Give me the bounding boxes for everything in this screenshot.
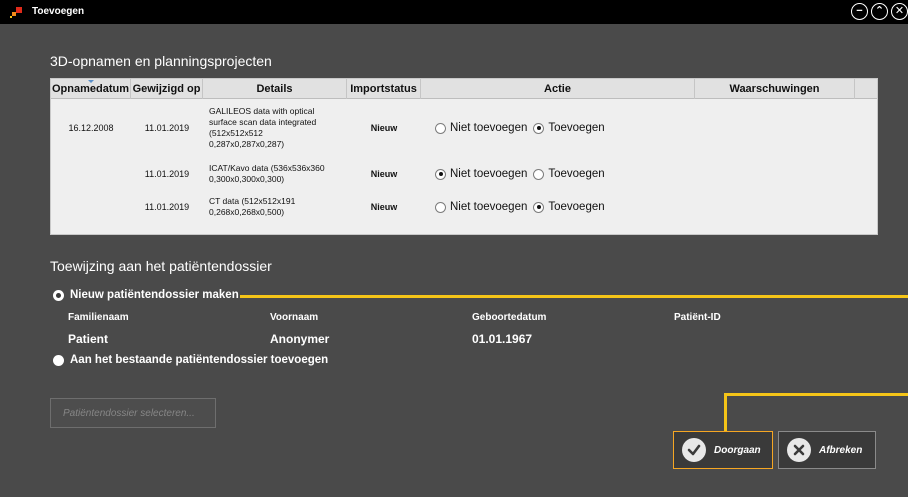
col-familienaam: Familienaam bbox=[68, 312, 129, 323]
x-icon bbox=[787, 438, 811, 462]
details-line: 0,287x0,287x0,287) bbox=[209, 139, 285, 149]
table-row[interactable]: 11.01.2019 ICAT/Kavo data (536x536x360 0… bbox=[51, 159, 695, 189]
table-header: Opnamedatum Gewijzigd op Details Imports… bbox=[51, 79, 877, 99]
col-opnamedatum[interactable]: Opnamedatum bbox=[51, 79, 131, 99]
val-familienaam: Patient bbox=[68, 332, 109, 346]
radio-label[interactable]: Niet toevoegen bbox=[450, 201, 527, 213]
radio-new-record[interactable] bbox=[53, 289, 64, 301]
radio-niet-toevoegen[interactable] bbox=[435, 201, 446, 213]
cell-opnamedatum: 16.12.2008 bbox=[68, 123, 114, 133]
details-line: 0,268x0,268x0,500) bbox=[209, 207, 285, 217]
radio-toevoegen[interactable] bbox=[533, 201, 545, 213]
radio-niet-toevoegen[interactable] bbox=[435, 122, 446, 134]
details-line: ICAT/Kavo data (536x536x360 bbox=[209, 163, 325, 173]
details-line: CT data (512x512x191 bbox=[209, 196, 296, 206]
title-bar: Toevoegen − ⌃ ✕ bbox=[0, 0, 908, 24]
guide-line bbox=[724, 393, 908, 396]
cell-status: Nieuw bbox=[370, 123, 398, 133]
restore-button[interactable]: ⌃ bbox=[871, 3, 888, 20]
radio-toevoegen[interactable] bbox=[533, 122, 545, 134]
cell-actie: Niet toevoegen Toevoegen bbox=[421, 168, 695, 180]
table-row[interactable]: 16.12.2008 11.01.2019 GALILEOS data with… bbox=[51, 101, 695, 155]
col-geboortedatum: Geboortedatum bbox=[472, 312, 547, 323]
cell-details: GALILEOS data with optical surface scan … bbox=[203, 106, 347, 150]
cell-actie: Niet toevoegen Toevoegen bbox=[421, 122, 695, 134]
continue-label: Doorgaan bbox=[714, 444, 761, 456]
radio-toevoegen[interactable] bbox=[533, 168, 545, 180]
details-line: (512x512x512 bbox=[209, 128, 263, 138]
existing-record-option[interactable]: Aan het bestaande patiëntendossier toevo… bbox=[53, 354, 328, 366]
radio-label[interactable]: Niet toevoegen bbox=[450, 168, 527, 180]
existing-record-label[interactable]: Aan het bestaande patiëntendossier toevo… bbox=[70, 354, 328, 366]
col-voornaam: Voornaam bbox=[270, 312, 319, 323]
details-line: 0,300x0,300x0,300) bbox=[209, 174, 285, 184]
cell-status: Nieuw bbox=[370, 202, 398, 212]
minimize-button[interactable]: − bbox=[851, 3, 868, 20]
scans-section-title: 3D-opnamen en planningsprojecten bbox=[50, 53, 272, 69]
radio-label[interactable]: Toevoegen bbox=[548, 201, 604, 213]
cell-gewijzigd: 11.01.2019 bbox=[144, 123, 190, 133]
continue-button[interactable]: Doorgaan bbox=[673, 431, 773, 469]
select-record-button[interactable]: Patiëntendossier selecteren... bbox=[50, 398, 216, 428]
col-filler bbox=[855, 79, 877, 99]
col-details[interactable]: Details bbox=[203, 79, 347, 99]
cell-gewijzigd: 11.01.2019 bbox=[144, 202, 190, 212]
check-icon bbox=[682, 438, 706, 462]
val-voornaam: Anonymer bbox=[270, 332, 330, 346]
col-gewijzigd[interactable]: Gewijzigd op bbox=[131, 79, 203, 99]
cell-actie: Niet toevoegen Toevoegen bbox=[421, 201, 695, 213]
guide-line bbox=[724, 393, 727, 431]
details-line: GALILEOS data with optical bbox=[209, 106, 315, 116]
val-geboortedatum: 01.01.1967 bbox=[472, 332, 533, 346]
assign-section-title: Toewijzing aan het patiëntendossier bbox=[50, 258, 272, 274]
new-record-option[interactable]: Nieuw patiëntendossier maken bbox=[53, 289, 239, 301]
cell-status: Nieuw bbox=[370, 169, 398, 179]
cell-details: CT data (512x512x191 0,268x0,268x0,500) bbox=[203, 196, 347, 218]
details-line: surface scan data integrated bbox=[209, 117, 317, 127]
cell-gewijzigd: 11.01.2019 bbox=[144, 169, 190, 179]
scans-table: Opnamedatum Gewijzigd op Details Imports… bbox=[50, 78, 878, 235]
col-importstatus[interactable]: Importstatus bbox=[347, 79, 421, 99]
cancel-button[interactable]: Afbreken bbox=[778, 431, 876, 469]
window-title: Toevoegen bbox=[32, 6, 85, 17]
cancel-label: Afbreken bbox=[819, 444, 863, 456]
table-row[interactable]: 11.01.2019 CT data (512x512x191 0,268x0,… bbox=[51, 192, 695, 222]
radio-label[interactable]: Niet toevoegen bbox=[450, 122, 527, 134]
radio-label[interactable]: Toevoegen bbox=[548, 122, 604, 134]
radio-existing-record[interactable] bbox=[53, 354, 64, 366]
app-logo-icon bbox=[10, 7, 24, 19]
col-actie[interactable]: Actie bbox=[421, 79, 695, 99]
cell-details: ICAT/Kavo data (536x536x360 0,300x0,300x… bbox=[203, 163, 347, 185]
radio-niet-toevoegen[interactable] bbox=[435, 168, 446, 180]
radio-label[interactable]: Toevoegen bbox=[548, 168, 604, 180]
close-button[interactable]: ✕ bbox=[891, 3, 908, 20]
new-record-label[interactable]: Nieuw patiëntendossier maken bbox=[70, 289, 239, 301]
col-patient-id: Patiënt-ID bbox=[674, 312, 721, 323]
guide-line bbox=[240, 295, 908, 298]
col-waarschuwingen[interactable]: Waarschuwingen bbox=[695, 79, 855, 99]
